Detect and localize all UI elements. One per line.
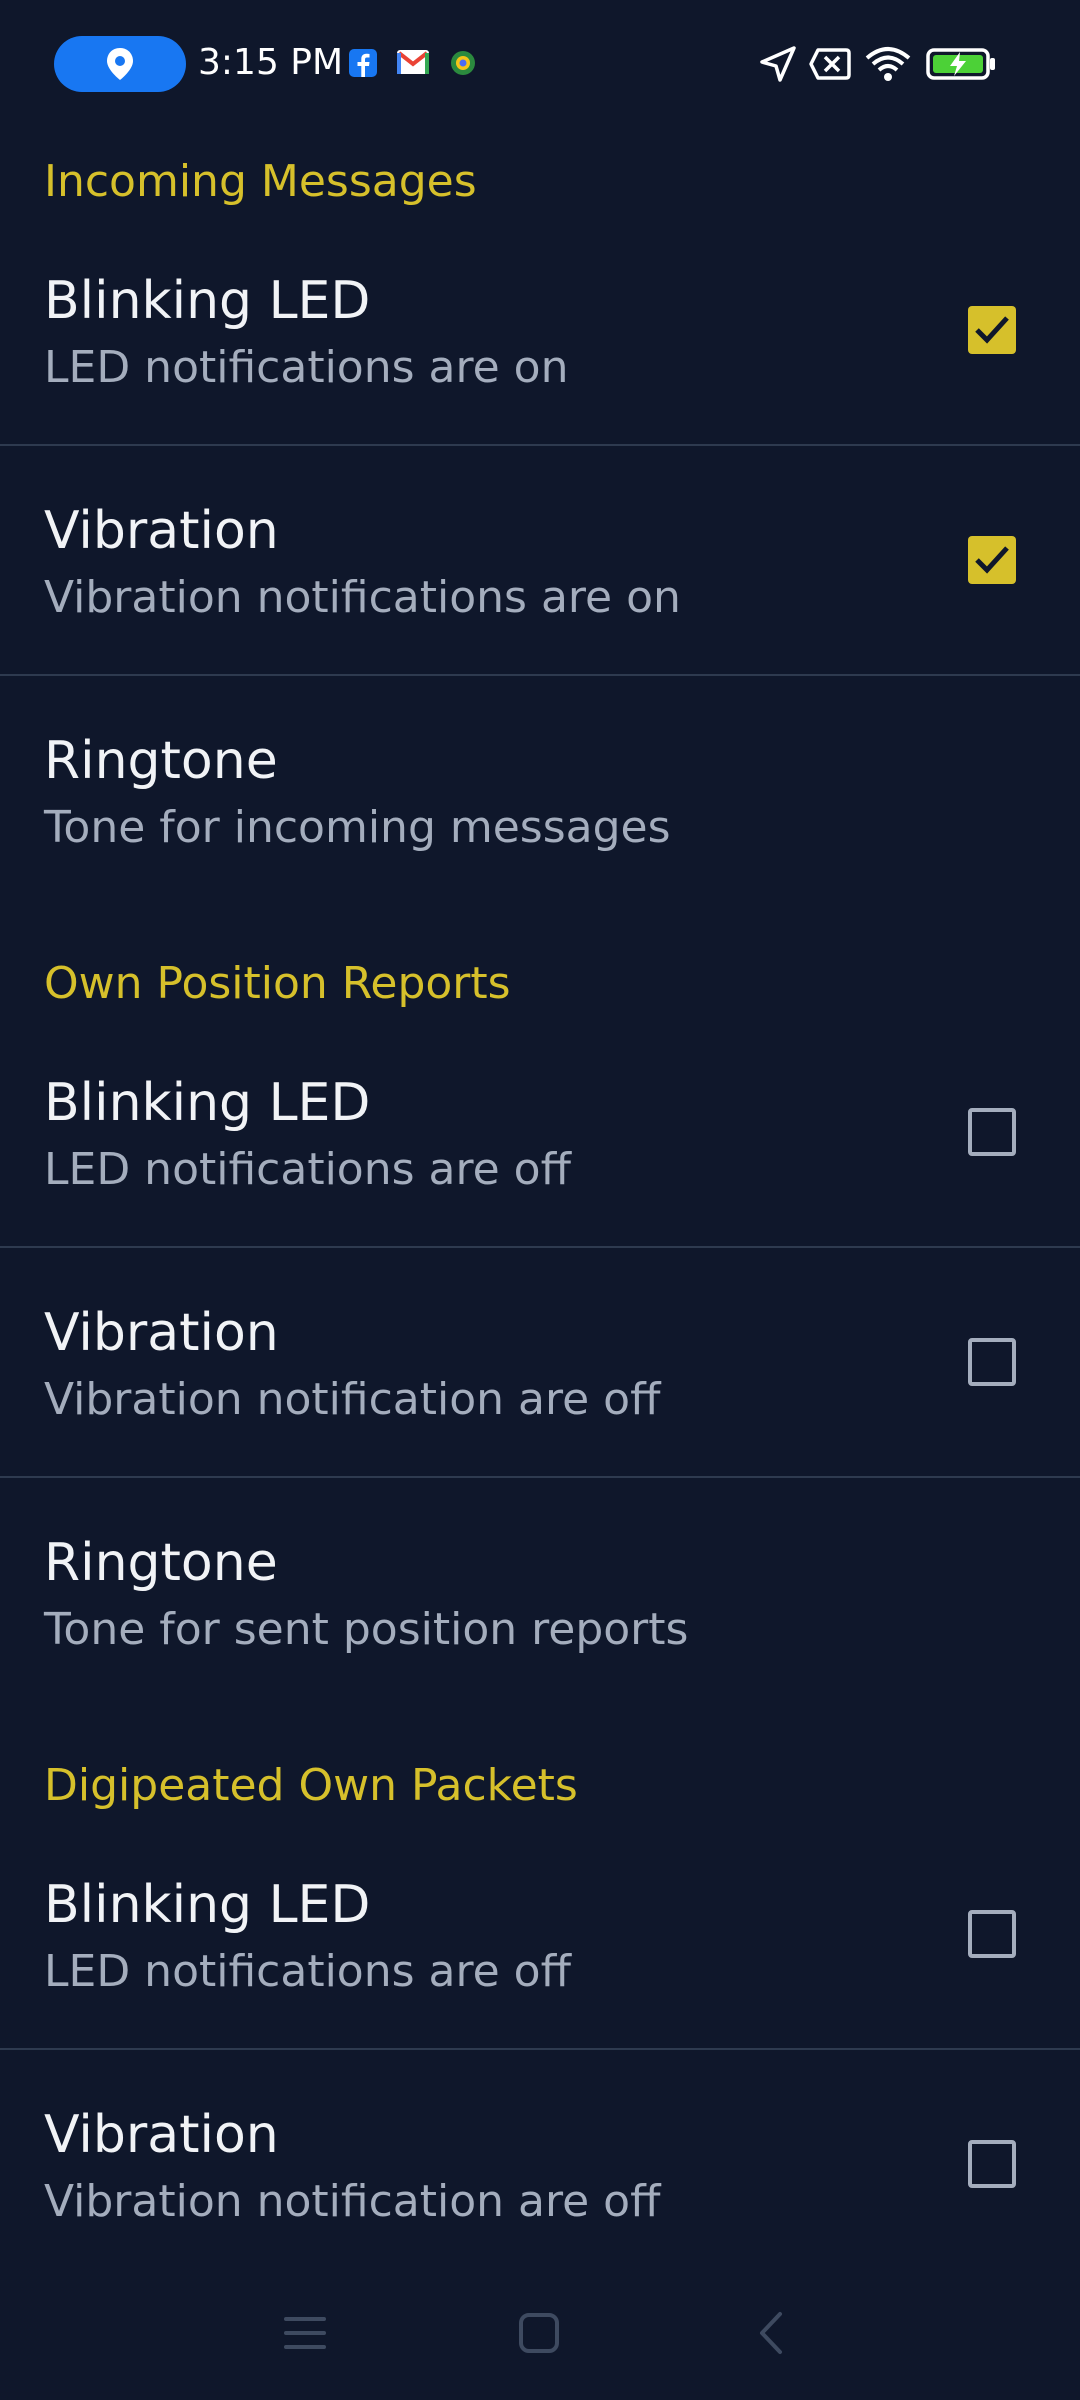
pref-incoming-ringtone[interactable]: Ringtone Tone for incoming messages <box>0 710 1080 906</box>
incoming-led-checkbox[interactable] <box>968 306 1016 354</box>
menu-icon[interactable] <box>282 2310 328 2356</box>
pref-summary: Vibration notification are off <box>44 1374 661 1425</box>
navigation-arrow-icon <box>760 46 796 82</box>
pref-summary: Vibration notification are off <box>44 2176 661 2227</box>
digipeated-led-checkbox[interactable] <box>968 1910 1016 1958</box>
pref-position-ringtone[interactable]: Ringtone Tone for sent position reports <box>0 1512 1080 1708</box>
back-icon[interactable] <box>750 2310 796 2356</box>
pref-digipeated-vibration[interactable]: Vibration Vibration notification are off <box>0 2084 1080 2280</box>
status-bar: 3:15 PM <box>0 0 1080 128</box>
navigation-bar <box>0 2280 1080 2400</box>
pref-digipeated-blinking-led[interactable]: Blinking LED LED notifications are off <box>0 1854 1080 2050</box>
app-notification-icon <box>451 51 475 75</box>
facebook-icon <box>349 49 377 77</box>
divider <box>0 1246 1080 1248</box>
digipeated-vibration-checkbox[interactable] <box>968 2140 1016 2188</box>
pref-incoming-blinking-led[interactable]: Blinking LED LED notifications are on <box>0 250 1080 446</box>
pref-summary: LED notifications are on <box>44 342 569 393</box>
section-header-digipeated-own-packets: Digipeated Own Packets <box>44 1760 578 1811</box>
incoming-vibration-checkbox[interactable] <box>968 536 1016 584</box>
location-pin-icon <box>107 48 133 80</box>
checkmark-icon <box>975 316 1009 344</box>
divider <box>0 2048 1080 2050</box>
pref-position-blinking-led[interactable]: Blinking LED LED notifications are off <box>0 1052 1080 1248</box>
pref-title: Blinking LED <box>44 1073 371 1133</box>
section-header-incoming-messages: Incoming Messages <box>44 156 477 207</box>
position-vibration-checkbox[interactable] <box>968 1338 1016 1386</box>
home-icon[interactable] <box>516 2310 562 2356</box>
pref-summary: Tone for sent position reports <box>44 1604 689 1655</box>
pref-summary: LED notifications are off <box>44 1144 571 1195</box>
pref-title: Ringtone <box>44 1533 278 1593</box>
pref-summary: Tone for incoming messages <box>44 802 671 853</box>
section-header-own-position-reports: Own Position Reports <box>44 958 511 1009</box>
gmail-icon <box>397 50 429 74</box>
divider <box>0 444 1080 446</box>
pref-title: Vibration <box>44 2105 279 2165</box>
wifi-icon <box>865 47 911 81</box>
pref-summary: Vibration notifications are on <box>44 572 681 623</box>
pref-title: Blinking LED <box>44 271 371 331</box>
position-led-checkbox[interactable] <box>968 1108 1016 1156</box>
battery-charging-icon <box>926 48 995 80</box>
divider <box>0 1476 1080 1478</box>
pref-title: Vibration <box>44 501 279 561</box>
divider <box>0 674 1080 676</box>
pref-title: Vibration <box>44 1303 279 1363</box>
pref-summary: LED notifications are off <box>44 1946 571 1997</box>
pref-title: Blinking LED <box>44 1875 371 1935</box>
pref-position-vibration[interactable]: Vibration Vibration notification are off <box>0 1282 1080 1478</box>
no-sim-icon <box>809 48 851 80</box>
checkmark-icon <box>975 546 1009 574</box>
pref-title: Ringtone <box>44 731 278 791</box>
status-time: 3:15 PM <box>198 42 344 83</box>
pref-incoming-vibration[interactable]: Vibration Vibration notifications are on <box>0 480 1080 676</box>
location-indicator[interactable] <box>54 36 186 92</box>
